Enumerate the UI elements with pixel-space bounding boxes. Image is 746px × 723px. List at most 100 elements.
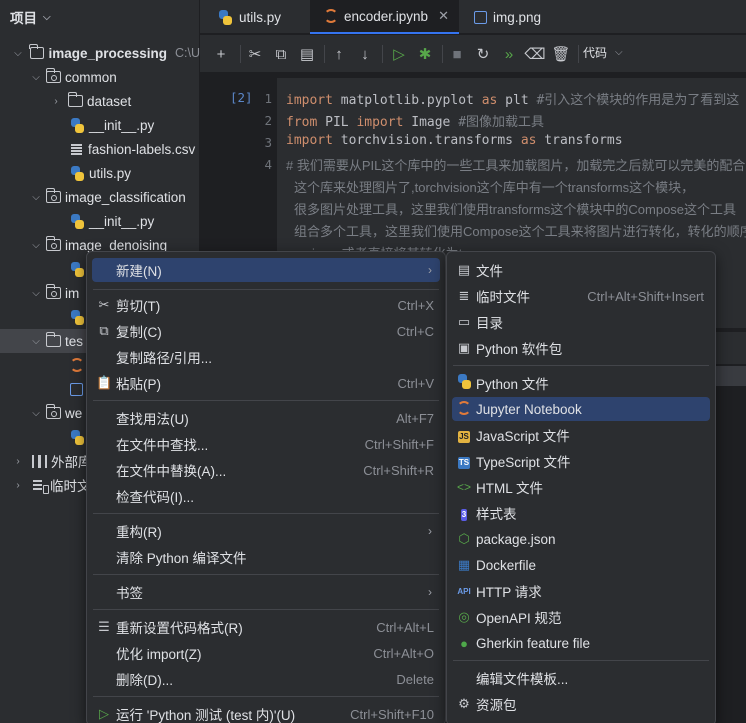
tree-node-dataset[interactable]: › dataset [0, 89, 200, 113]
python-file-icon [70, 165, 85, 181]
submenu-item-http-request[interactable]: API HTTP 请求 [452, 579, 710, 603]
tree-node-common[interactable]: ⌵ common [0, 65, 200, 89]
tree-label: im [65, 285, 80, 301]
menu-item-delete[interactable]: 删除(D)... Delete [92, 667, 440, 691]
paste-icon[interactable]: ▤ [296, 43, 318, 65]
debug-icon[interactable]: ✱ [414, 43, 436, 65]
reformat-icon: ☰ [98, 619, 110, 634]
nodejs-icon: ⬡ [458, 531, 470, 546]
run-cell-icon[interactable]: ▷ [388, 43, 410, 65]
menu-item-copy[interactable]: ⧉ 复制(C) Ctrl+C [92, 319, 440, 343]
submenu-item-file[interactable]: ▤ 文件 [452, 258, 710, 282]
expand-arrow-icon[interactable]: ⌵ [30, 336, 42, 347]
python-file-icon [70, 213, 85, 229]
code-line[interactable]: import torchvision.transforms as transfo… [286, 133, 623, 148]
submenu-item-gherkin-feature[interactable]: ● Gherkin feature file [452, 631, 710, 655]
line-number: 1 [264, 91, 272, 106]
code-name: plt [505, 93, 537, 108]
menu-item-label: Python 软件包 [476, 342, 563, 357]
shortcut-label: Delete [396, 671, 434, 687]
menu-item-refactor[interactable]: 重构(R) › [92, 519, 440, 543]
menu-item-inspect-code[interactable]: 检查代码(I)... [92, 484, 440, 508]
submenu-item-javascript-file[interactable]: JS JavaScript 文件 [452, 423, 710, 447]
tree-node-image-processing[interactable]: ⌵ image_processing C:\U [0, 41, 200, 65]
shortcut-label: Ctrl+X [397, 297, 434, 313]
move-up-icon[interactable]: ↑ [328, 43, 350, 65]
menu-item-find-usages[interactable]: 查找用法(U) Alt+F7 [92, 406, 440, 430]
cut-icon[interactable]: ✂ [244, 43, 266, 65]
menu-item-label: package.json [476, 531, 556, 547]
collapse-arrow-icon[interactable]: › [12, 480, 24, 491]
menu-item-find-in-files[interactable]: 在文件中查找... Ctrl+Shift+F [92, 432, 440, 456]
code-line[interactable]: import matplotlib.pyplot as plt #引入这个模块的… [286, 89, 739, 108]
toolbar-divider [442, 45, 443, 63]
submenu-item-jupyter-notebook[interactable]: Jupyter Notebook [452, 397, 710, 421]
submenu-item-python-package[interactable]: ▣ Python 软件包 [452, 336, 710, 360]
shortcut-label: Alt+F7 [396, 410, 434, 426]
tree-node-init-py[interactable]: __init__.py [0, 113, 200, 137]
docker-icon: ▦ [457, 557, 471, 572]
submenu-arrow-icon: › [428, 585, 432, 599]
submenu-item-openapi-spec[interactable]: ◎ OpenAPI 规范 [452, 605, 710, 629]
collapse-arrow-icon[interactable]: › [12, 456, 24, 467]
collapse-arrow-icon[interactable]: › [50, 96, 62, 107]
move-down-icon[interactable]: ↓ [354, 43, 376, 65]
project-panel-header[interactable]: 项目 ⌵ [0, 0, 199, 34]
submenu-item-stylesheet[interactable]: 3 样式表 [452, 501, 710, 525]
menu-item-label: HTML 文件 [476, 481, 543, 496]
expand-arrow-icon[interactable]: ⌵ [30, 72, 42, 83]
menu-item-label: 复制(C) [116, 325, 162, 340]
tab-img-png[interactable]: img.png [460, 0, 551, 34]
menu-separator [93, 513, 439, 514]
line-number: 4 [264, 157, 272, 172]
add-cell-icon[interactable]: + [210, 43, 232, 65]
menu-item-bookmarks[interactable]: 书签 › [92, 580, 440, 604]
submenu-item-package-json[interactable]: ⬡ package.json [452, 527, 710, 551]
tree-node-image-classification[interactable]: ⌵ image_classification [0, 185, 200, 209]
menu-separator [453, 365, 709, 366]
restart-icon[interactable]: ↻ [472, 43, 494, 65]
package-icon: ▣ [457, 340, 471, 355]
menu-item-reformat-code[interactable]: ☰ 重新设置代码格式(R) Ctrl+Alt+L [92, 615, 440, 639]
submenu-item-directory[interactable]: ▭ 目录 [452, 310, 710, 334]
menu-item-label: TypeScript 文件 [476, 455, 571, 470]
tree-node-fashion-labels[interactable]: fashion-labels.csv [0, 137, 200, 161]
clear-outputs-icon[interactable]: ⌫ [524, 43, 546, 65]
submenu-item-scratch-file[interactable]: ≣ 临时文件 Ctrl+Alt+Shift+Insert [452, 284, 710, 308]
menu-item-run-tests[interactable]: ▷ 运行 'Python 测试 (test 内)'(U) Ctrl+Shift+… [92, 702, 440, 723]
menu-item-label: Gherkin feature file [476, 635, 591, 651]
expand-arrow-icon[interactable]: ⌵ [12, 48, 24, 59]
new-submenu: ▤ 文件 ≣ 临时文件 Ctrl+Alt+Shift+Insert ▭ 目录 ▣… [446, 251, 716, 723]
code-line[interactable]: from PIL import Image #图像加载工具 [286, 111, 544, 130]
submenu-item-html-file[interactable]: <> HTML 文件 [452, 475, 710, 499]
menu-item-clean-python-compiled[interactable]: 清除 Python 编译文件 [92, 545, 440, 569]
menu-item-label: 粘贴(P) [116, 377, 161, 392]
expand-arrow-icon[interactable]: ⌵ [30, 408, 42, 419]
stop-icon[interactable]: ■ [446, 43, 468, 65]
tab-utils-py[interactable]: utils.py [204, 0, 291, 34]
menu-item-cut[interactable]: ✂ 剪切(T) Ctrl+X [92, 293, 440, 317]
copy-icon[interactable]: ⧉ [270, 43, 292, 65]
submenu-item-resource-bundle[interactable]: ⚙ 资源包 [452, 692, 710, 716]
tree-node-utils-py[interactable]: utils.py [0, 161, 200, 185]
menu-item-copy-path[interactable]: 复制路径/引用... [92, 345, 440, 369]
tab-encoder-ipynb[interactable]: encoder.ipynb ✕ [310, 0, 459, 34]
expand-arrow-icon[interactable]: ⌵ [30, 288, 42, 299]
close-icon[interactable]: ✕ [438, 8, 449, 24]
menu-item-optimize-imports[interactable]: 优化 import(Z) Ctrl+Alt+O [92, 641, 440, 665]
menu-item-replace-in-files[interactable]: 在文件中替换(A)... Ctrl+Shift+R [92, 458, 440, 482]
delete-cell-icon[interactable]: 🗑 [550, 43, 572, 65]
submenu-item-dockerfile[interactable]: ▦ Dockerfile [452, 553, 710, 577]
expand-arrow-icon[interactable]: ⌵ [30, 192, 42, 203]
menu-item-new[interactable]: 新建(N) › [92, 258, 440, 282]
menu-item-paste[interactable]: 📋 粘贴(P) Ctrl+V [92, 371, 440, 395]
cell-type-dropdown[interactable]: 代码 ⌵ [583, 44, 623, 61]
code-keyword: import [286, 93, 341, 108]
tree-node-init-py-2[interactable]: __init__.py [0, 209, 200, 233]
menu-item-label: 优化 import(Z) [116, 647, 202, 662]
submenu-item-typescript-file[interactable]: TS TypeScript 文件 [452, 449, 710, 473]
submenu-item-python-file[interactable]: Python 文件 [452, 371, 710, 395]
run-all-icon[interactable]: » [498, 43, 520, 65]
submenu-item-edit-file-templates[interactable]: 编辑文件模板... [452, 666, 710, 690]
expand-arrow-icon[interactable]: ⌵ [30, 240, 42, 251]
